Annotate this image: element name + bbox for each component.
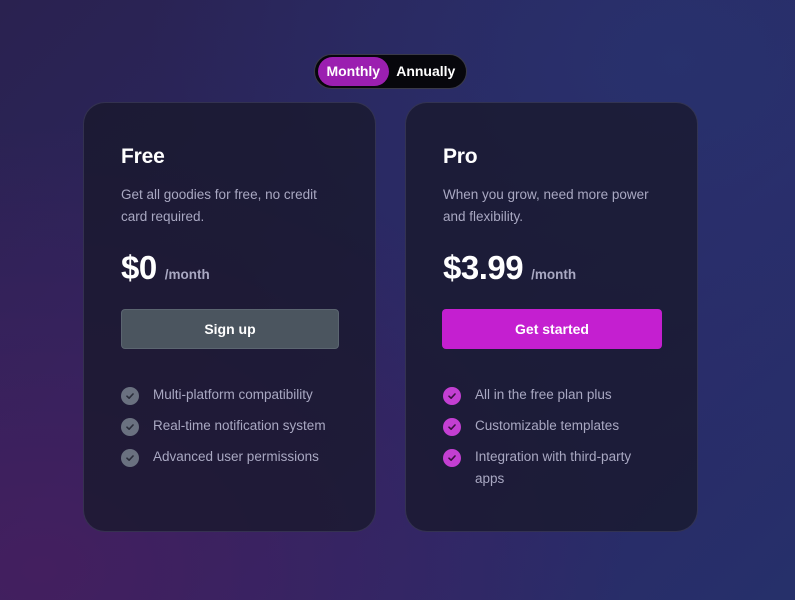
billing-toggle: Monthly Annually	[314, 54, 467, 89]
price-amount: $3.99	[443, 249, 524, 286]
get-started-button[interactable]: Get started	[442, 309, 662, 349]
feature-item: Real-time notification system	[121, 417, 341, 437]
feature-item: All in the free plan plus	[443, 386, 663, 406]
plan-price: $0 /month	[121, 249, 210, 287]
feature-label: All in the free plan plus	[475, 387, 612, 402]
check-circle-icon	[121, 449, 139, 467]
price-period: /month	[531, 267, 577, 282]
plan-price: $3.99 /month	[443, 249, 576, 287]
check-circle-icon	[443, 449, 461, 467]
feature-label: Customizable templates	[475, 418, 620, 433]
feature-item: Advanced user permissions	[121, 448, 341, 468]
toggle-annually[interactable]: Annually	[389, 57, 463, 86]
feature-label: Advanced user permissions	[153, 449, 319, 464]
plan-description: When you grow, need more power and flexi…	[443, 187, 649, 224]
feature-item: Integration with third-party apps	[443, 448, 663, 490]
check-circle-icon	[121, 387, 139, 405]
plan-card-free: Free Get all goodies for free, no credit…	[83, 102, 376, 532]
check-circle-icon	[443, 418, 461, 436]
feature-label: Real-time notification system	[153, 418, 326, 433]
feature-list: All in the free plan plus Customizable t…	[443, 386, 663, 501]
feature-list: Multi-platform compatibility Real-time n…	[121, 386, 341, 479]
plan-name: Free	[121, 145, 165, 168]
toggle-monthly[interactable]: Monthly	[318, 57, 389, 86]
plan-name: Pro	[443, 145, 478, 168]
plan-description: Get all goodies for free, no credit card…	[121, 187, 317, 224]
feature-item: Customizable templates	[443, 417, 663, 437]
feature-label: Integration with third-party apps	[475, 449, 632, 486]
check-circle-icon	[443, 387, 461, 405]
price-amount: $0	[121, 249, 157, 286]
price-period: /month	[164, 267, 210, 282]
feature-item: Multi-platform compatibility	[121, 386, 341, 406]
sign-up-button[interactable]: Sign up	[121, 309, 339, 349]
check-circle-icon	[121, 418, 139, 436]
plan-card-pro: Pro When you grow, need more power and f…	[405, 102, 698, 532]
feature-label: Multi-platform compatibility	[153, 387, 313, 402]
